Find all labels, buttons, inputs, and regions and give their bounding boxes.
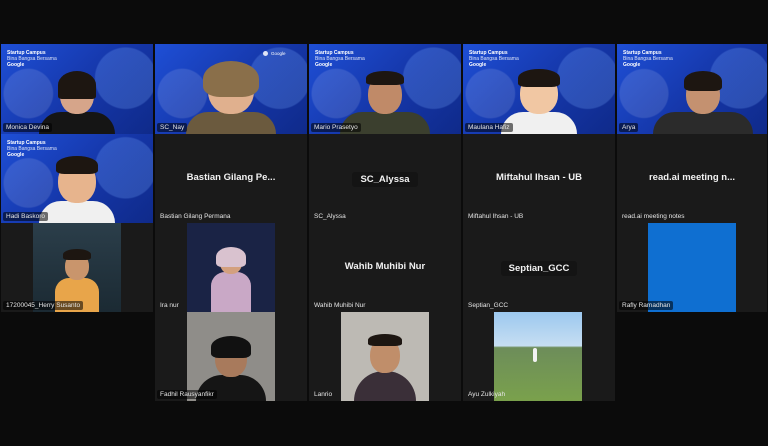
participant-display-name-text: Septian_GCC — [500, 261, 578, 276]
participant-name: read.ai meeting notes — [622, 213, 685, 220]
participant-name: Ayu Zulkiyah — [468, 391, 506, 398]
participant-tile-ayu-zulkiyah[interactable]: Ayu Zulkiyah — [463, 312, 615, 401]
brand-logo: Startup Campus Bina Bangsa Bersama Googl… — [315, 50, 365, 68]
video-grid: Startup Campus Bina Bangsa Bersama Googl… — [0, 0, 768, 446]
brand-subtitle: Bina Bangsa Bersama — [469, 56, 519, 62]
participant-tile-arya[interactable]: Startup Campus Bina Bangsa Bersama Googl… — [617, 44, 767, 134]
participant-display-name: SC_Alyssa — [309, 172, 461, 187]
participant-name: Monica Devina — [3, 123, 52, 132]
logo-dot-icon — [263, 51, 268, 56]
participant-tile-sc-alyssa[interactable]: SC_Alyssa SC_Alyssa — [309, 134, 461, 223]
participant-video — [33, 223, 121, 312]
participant-display-name: Miftahul Ihsan - UB — [495, 172, 583, 183]
participant-tile-herry-susanto[interactable]: 17200045_Herry Susanto — [1, 223, 153, 312]
participant-name: Septian_GCC — [468, 302, 509, 309]
participant-name: Ira nur — [160, 302, 179, 309]
participant-video — [341, 312, 429, 401]
participant-name: Rafly Ramadhan — [619, 301, 674, 310]
participant-tile-wahib-muhibi-nur[interactable]: Wahib Muhibi Nur Wahib Muhibi Nur — [309, 223, 461, 312]
participant-display-name: read.ai meeting n... — [648, 172, 736, 183]
participant-name: Lanrio — [314, 391, 333, 398]
participant-name: Fadhil Rausyanfikr — [157, 390, 217, 399]
brand-subtitle: Bina Bangsa Bersama — [623, 56, 673, 62]
brand-right: Google — [263, 51, 286, 56]
brand-partner: Google — [469, 62, 487, 68]
participant-tile-ira-nur[interactable]: Ira nur — [155, 223, 307, 312]
participant-video — [648, 223, 736, 312]
participant-tile-septian-gcc[interactable]: Septian_GCC Septian_GCC — [463, 223, 615, 312]
participant-tile-mario-prasetyo[interactable]: Startup Campus Bina Bangsa Bersama Googl… — [309, 44, 461, 134]
participant-video — [187, 223, 275, 312]
brand-logo: Startup Campus Bina Bangsa Bersama Googl… — [7, 140, 57, 158]
participant-name: SC_Alyssa — [314, 213, 346, 220]
participant-tile-read-ai[interactable]: read.ai meeting n... read.ai meeting not… — [617, 134, 767, 223]
participant-tile-fadhil-rausyanfikr[interactable]: Fadhil Rausyanfikr — [155, 312, 307, 401]
participant-name: Mario Prasetyo — [311, 123, 361, 132]
participant-tile-lanrio[interactable]: Lanrio — [309, 312, 461, 401]
participant-tile-maulana-hafiz[interactable]: Startup Campus Bina Bangsa Bersama Googl… — [463, 44, 615, 134]
participant-display-name: Bastian Gilang Pe... — [186, 172, 276, 183]
participant-name: SC_Nay — [157, 123, 188, 132]
brand-subtitle: Bina Bangsa Bersama — [7, 56, 57, 62]
brand-partner: Google — [623, 62, 641, 68]
participant-tile-bastian-gilang-permana[interactable]: Bastian Gilang Pe... Bastian Gilang Perm… — [155, 134, 307, 223]
brand-logo: Startup Campus Bina Bangsa Bersama Googl… — [7, 50, 57, 68]
participant-name: Miftahul Ihsan - UB — [468, 213, 524, 220]
participant-name: Arya — [619, 123, 639, 132]
participant-name: 17200045_Herry Susanto — [3, 301, 84, 310]
brand-logo: Startup Campus Bina Bangsa Bersama Googl… — [469, 50, 519, 68]
avatar — [39, 156, 115, 223]
participant-display-name: Wahib Muhibi Nur — [344, 261, 426, 272]
participant-video — [187, 312, 275, 401]
participant-name: Wahib Muhibi Nur — [314, 302, 366, 309]
participant-video — [186, 61, 276, 134]
brand-logo: Startup Campus Bina Bangsa Bersama Googl… — [623, 50, 673, 68]
participant-name: Maulana Hafiz — [465, 123, 513, 132]
participant-name: Hadi Baskoro — [3, 212, 49, 221]
participant-tile-monica-devina[interactable]: Startup Campus Bina Bangsa Bersama Googl… — [1, 44, 153, 134]
brand-partner: Google — [271, 51, 286, 56]
brand-subtitle: Bina Bangsa Bersama — [315, 56, 365, 62]
participant-video — [652, 71, 753, 134]
person-figure-icon — [532, 347, 537, 362]
participant-tile-sc-nay[interactable]: Google SC_Nay — [155, 44, 307, 134]
brand-partner: Google — [315, 62, 333, 68]
participant-video — [494, 312, 582, 401]
participant-display-name: Septian_GCC — [463, 261, 615, 276]
participant-tile-miftahul-ihsan[interactable]: Miftahul Ihsan - UB Miftahul Ihsan - UB — [463, 134, 615, 223]
brand-subtitle: Bina Bangsa Bersama — [7, 146, 57, 152]
brand-partner: Google — [7, 62, 25, 68]
participant-display-name-text: SC_Alyssa — [352, 172, 418, 187]
participant-tile-rafly-ramadhan[interactable]: Rafly Ramadhan — [617, 223, 767, 312]
brand-partner: Google — [7, 152, 25, 158]
participant-name: Bastian Gilang Permana — [160, 213, 231, 220]
participant-tile-hadi-baskoro[interactable]: Startup Campus Bina Bangsa Bersama Googl… — [1, 134, 153, 223]
